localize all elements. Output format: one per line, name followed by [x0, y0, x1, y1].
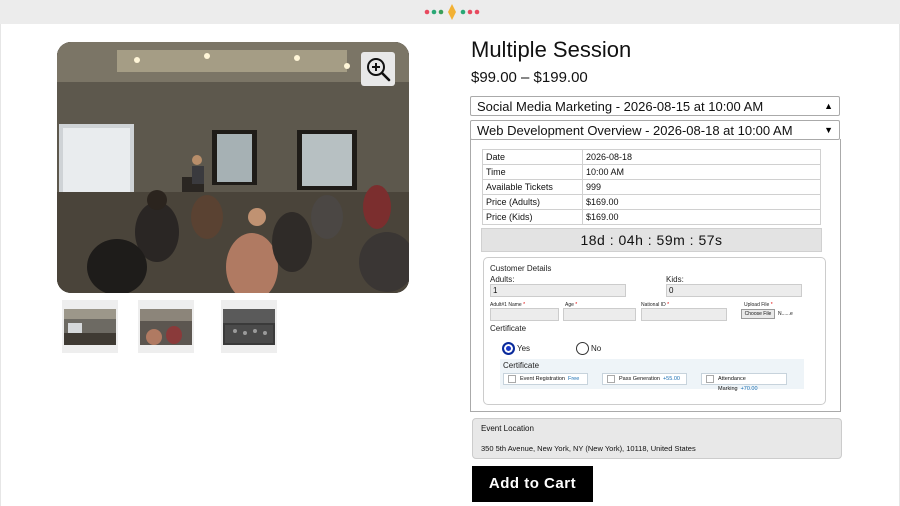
chevron-down-icon: ▼ [824, 125, 833, 135]
info-key: Date [482, 149, 583, 165]
chevron-up-icon: ▲ [824, 101, 833, 111]
national-id-input[interactable] [641, 308, 727, 321]
table-row: Available Tickets 999 [482, 179, 821, 195]
event-location-box: Event Location 350 5th Avenue, New York,… [472, 418, 842, 459]
conference-photo [57, 42, 409, 293]
product-main-image[interactable] [57, 42, 409, 293]
cert-option-attendance-marking[interactable]: Attendance Marking +70.00 [701, 373, 787, 392]
event-location-address: 350 5th Avenue, New York, NY (New York),… [481, 444, 696, 453]
no-label: No [591, 344, 602, 353]
choose-file-button[interactable]: Choose File [741, 309, 775, 319]
info-key: Available Tickets [482, 179, 583, 195]
zoom-in-icon [367, 58, 391, 82]
table-row: Price (Kids) $169.00 [482, 209, 821, 225]
cert-option-pass-generation[interactable]: Pass Generation +55.00 [602, 373, 687, 385]
top-bar [0, 0, 900, 24]
session-label: Social Media Marketing - 2026-08-15 at 1… [477, 98, 764, 114]
thumbnail-image [64, 308, 116, 345]
info-key: Time [482, 164, 583, 180]
certificate-panel-title: Certificate [503, 361, 540, 370]
cert-option-price: +55.00 [662, 376, 680, 382]
thumbnail-2[interactable] [138, 300, 194, 353]
cert-option-label: Pass Generation [619, 376, 660, 382]
certificate-yes-radio[interactable] [502, 342, 515, 355]
info-key: Price (Kids) [482, 209, 583, 225]
session-info-table: Date 2026-08-18 Time 10:00 AM Available Ti… [482, 149, 821, 225]
file-status: N......e [778, 311, 793, 317]
countdown-timer: 18d : 04h : 59m : 57s [481, 228, 822, 252]
event-location-heading: Event Location [481, 424, 534, 433]
info-key: Price (Adults) [482, 194, 583, 210]
thumbnail-image [140, 308, 192, 345]
info-value: 999 [582, 179, 821, 195]
info-value: $169.00 [582, 209, 821, 225]
customer-details-heading: Customer Details [490, 264, 552, 273]
yes-label: Yes [517, 344, 531, 353]
add-to-cart-button[interactable]: Add to Cart [472, 466, 593, 502]
kids-input[interactable]: 0 [666, 284, 802, 297]
product-title: Multiple Session [471, 37, 632, 62]
age-input[interactable] [563, 308, 636, 321]
zoom-button[interactable] [361, 52, 395, 86]
thumbnail-3[interactable] [221, 300, 277, 353]
session-toggle-web-development[interactable]: Web Development Overview - 2026-08-18 at… [470, 120, 840, 140]
thumbnail-1[interactable] [62, 300, 118, 353]
table-row: Time 10:00 AM [482, 164, 821, 180]
cert-option-price: Free [567, 376, 580, 382]
price-range: $99.00 – $199.00 [471, 69, 588, 86]
session-toggle-social-media[interactable]: Social Media Marketing - 2026-08-15 at 1… [470, 96, 840, 116]
checkbox[interactable] [508, 375, 516, 383]
info-value: $169.00 [582, 194, 821, 210]
checkbox[interactable] [607, 375, 615, 383]
thumbnail-image [223, 308, 275, 345]
table-row: Price (Adults) $169.00 [482, 194, 821, 210]
cert-option-event-registration[interactable]: Event Registration Free [503, 373, 588, 385]
session-label: Web Development Overview - 2026-08-18 at… [477, 122, 793, 138]
info-value: 10:00 AM [582, 164, 821, 180]
certificate-label: Certificate [490, 324, 527, 333]
kids-label: Kids: [666, 275, 684, 284]
site-logo [424, 4, 480, 20]
upload-file-label: Upload File * [744, 302, 773, 308]
adults-label: Adults: [490, 275, 515, 284]
checkbox[interactable] [706, 375, 714, 383]
cert-option-price: +70.00 [740, 386, 758, 392]
cert-option-label: Event Registration [520, 376, 565, 382]
table-row: Date 2026-08-18 [482, 149, 821, 165]
adults-input[interactable]: 1 [490, 284, 626, 297]
adult-name-input[interactable] [490, 308, 559, 321]
info-value: 2026-08-18 [582, 149, 821, 165]
certificate-no-radio[interactable] [576, 342, 589, 355]
